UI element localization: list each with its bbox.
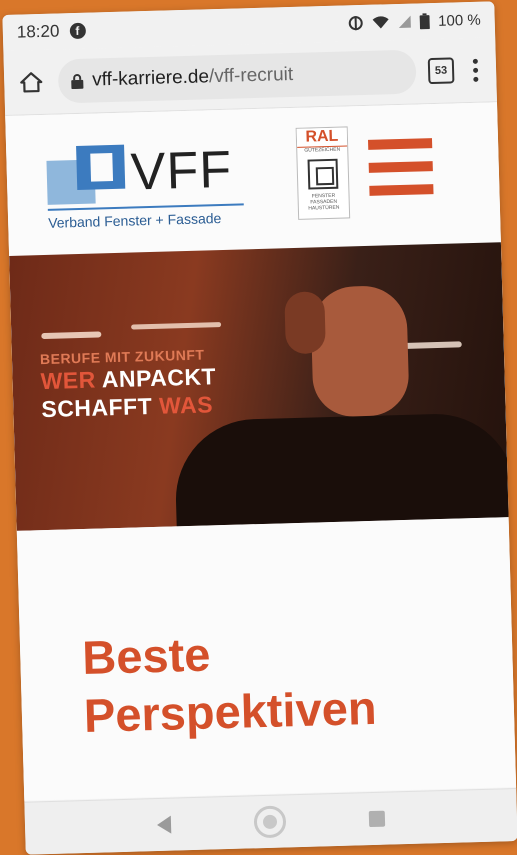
- hero-word-schafft: SCHAFFT: [41, 393, 153, 423]
- wifi-icon: [372, 15, 390, 29]
- overflow-menu-button[interactable]: [466, 58, 485, 82]
- lock-icon: [71, 74, 84, 90]
- data-saver-icon: [348, 15, 364, 31]
- home-button[interactable]: [16, 67, 47, 98]
- hero-word-wer: WER: [40, 366, 97, 395]
- signal-icon: [398, 15, 412, 29]
- web-page: VFF Verband Fenster + Fassade RAL GÜTEZE…: [5, 102, 517, 801]
- hamburger-menu-icon[interactable]: [367, 138, 434, 196]
- battery-percent: 100 %: [437, 11, 481, 30]
- ral-quality-badge: RAL GÜTEZEICHEN FENSTER FASSADEN HAUSTÜR…: [295, 126, 351, 220]
- hero-person-image: [173, 411, 509, 531]
- url-path: /vff-recruit: [208, 63, 294, 88]
- site-header: VFF Verband Fenster + Fassade RAL GÜTEZE…: [5, 102, 501, 256]
- back-icon[interactable]: [156, 815, 171, 835]
- ral-mark-icon: [307, 158, 339, 190]
- logo-tagline: Verband Fenster + Fassade: [47, 210, 222, 231]
- battery-icon: [420, 13, 431, 30]
- logo-text: VFF: [130, 140, 233, 202]
- home-icon: [20, 72, 43, 93]
- main-content: Beste Perspektiven: [16, 517, 517, 801]
- ral-label: RAL: [296, 127, 348, 148]
- hero-banner: BERUFE MIT ZUKUNFT WER ANPACKT SCHAFFT W…: [9, 242, 509, 531]
- home-circle-icon[interactable]: [253, 805, 287, 839]
- status-time: 18:20: [16, 21, 60, 42]
- vff-logo[interactable]: VFF Verband Fenster + Fassade: [46, 135, 249, 241]
- hero-word-was: WAS: [158, 391, 214, 419]
- headline-line-1: Beste: [81, 627, 212, 685]
- phone-screen: 18:20 f 100 % vff-karriere.de/vff-recrui…: [2, 1, 517, 855]
- url-text: vff-karriere.de/vff-recruit: [92, 64, 294, 92]
- ral-subtext: GÜTEZEICHEN: [304, 146, 341, 154]
- hero-slogan: BERUFE MIT ZUKUNFT WER ANPACKT SCHAFFT W…: [40, 346, 217, 423]
- headline-line-2: Perspektiven: [83, 680, 378, 743]
- page-headline: Beste Perspektiven: [82, 621, 378, 745]
- address-bar[interactable]: vff-karriere.de/vff-recruit: [57, 49, 417, 104]
- hero-word-anpackt: ANPACKT: [101, 363, 217, 393]
- tab-switcher-button[interactable]: 53: [427, 57, 455, 85]
- facebook-notification-icon: f: [69, 22, 86, 40]
- url-host: vff-karriere.de: [91, 66, 210, 91]
- recent-apps-icon[interactable]: [369, 810, 386, 828]
- ral-footer: FENSTER FASSADEN HAUSTÜREN: [308, 192, 340, 212]
